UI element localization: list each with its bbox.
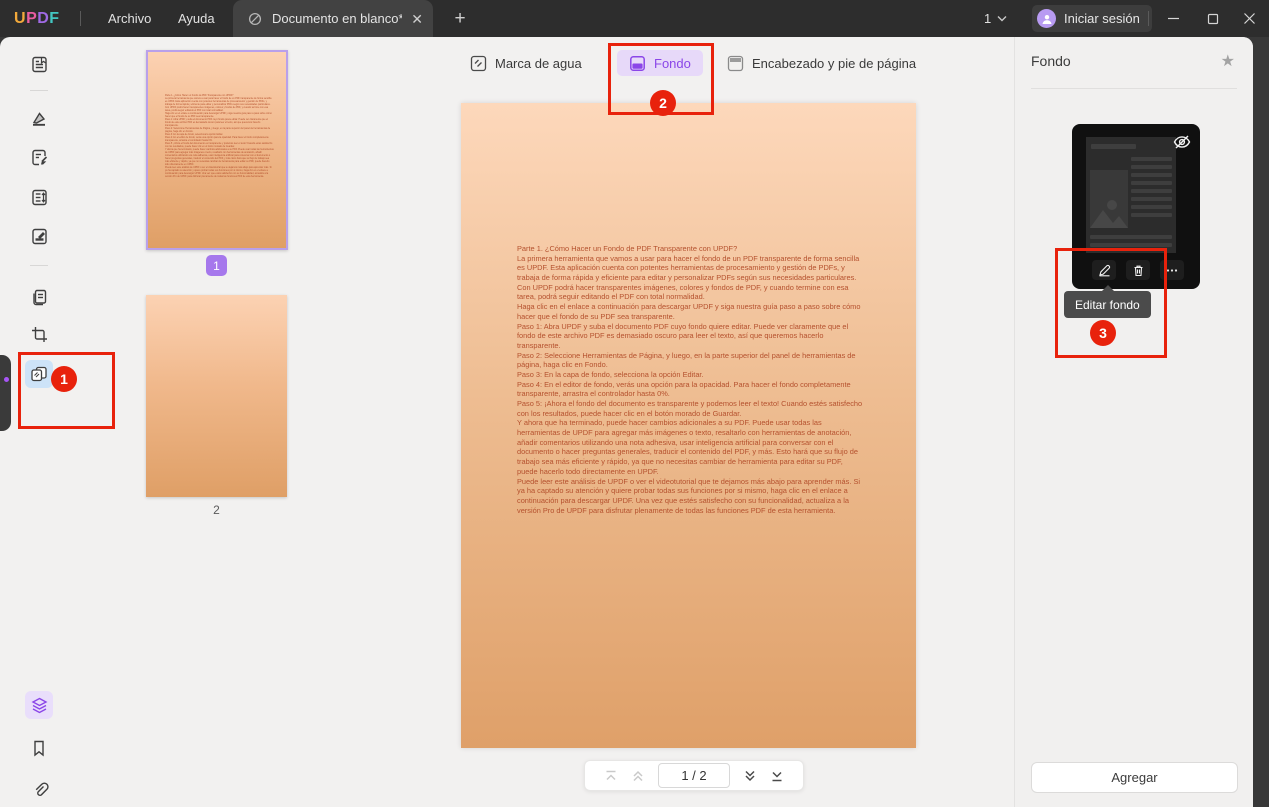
sidebar-item-annotate[interactable] [25, 105, 53, 133]
chevron-down-icon [997, 15, 1007, 22]
fill-sign-icon [30, 227, 49, 246]
preview-image-placeholder [1090, 170, 1128, 228]
notch-dot [4, 377, 9, 382]
paperclip-icon [30, 780, 49, 799]
close-tab-icon[interactable]: ✕ [411, 12, 423, 26]
thumbnail-page-2-number: 2 [146, 503, 287, 517]
sidebar-item-crop[interactable] [25, 320, 53, 348]
page-number-input[interactable] [658, 763, 730, 788]
login-label: Iniciar sesión [1064, 11, 1140, 26]
header-footer-button[interactable]: Encabezado y pie de página [727, 50, 916, 76]
watermark-label: Marca de agua [495, 56, 582, 71]
more-ellipsis-icon [1165, 264, 1179, 277]
user-avatar-icon [1037, 9, 1056, 28]
annotation-step-1: 1 [51, 366, 77, 392]
divider [30, 265, 48, 266]
minimize-icon[interactable] [1158, 0, 1188, 37]
annotate-marker-icon [29, 109, 49, 129]
layers-icon [30, 696, 49, 715]
menu-archivo[interactable]: Archivo [108, 0, 151, 37]
document-text: Parte 1. ¿Cómo Hacer un Fondo de PDF Tra… [517, 244, 863, 515]
thumbnail-page-1[interactable]: Parte 1. ¿Cómo Hacer un Fondo de PDF Tra… [146, 50, 288, 250]
tab-count-dropdown[interactable]: 1 [984, 0, 1007, 37]
sidebar-item-organize[interactable] [25, 183, 53, 211]
reader-icon [30, 55, 49, 74]
divider [1148, 11, 1149, 26]
crop-icon [30, 325, 49, 344]
login-button[interactable]: Iniciar sesión [1032, 5, 1152, 32]
window-close-icon[interactable] [1234, 0, 1264, 37]
document-page[interactable]: Parte 1. ¿Cómo Hacer un Fondo de PDF Tra… [461, 103, 916, 748]
sidebar-item-pages[interactable] [25, 283, 53, 311]
sidebar-item-layers[interactable] [25, 691, 53, 719]
blank-document-icon [247, 11, 263, 27]
updf-logo: UPDF [14, 0, 60, 37]
thumbnail-page-1-text: Parte 1. ¿Cómo Hacer un Fondo de PDF Tra… [165, 95, 274, 179]
workspace: Parte 1. ¿Cómo Hacer un Fondo de PDF Tra… [0, 37, 1253, 807]
edit-document-icon [30, 148, 49, 167]
panel-collapse-handle[interactable] [0, 355, 11, 431]
watermark-button[interactable]: Marca de agua [470, 50, 582, 76]
page-navigation-bar [584, 760, 804, 791]
tab-title: Documento en blanco* [272, 11, 402, 26]
sidebar-item-bookmark[interactable] [25, 734, 53, 762]
organize-pages-icon [30, 188, 49, 207]
annotation-step-3: 3 [1090, 320, 1116, 346]
thumbnail-page-2[interactable] [146, 295, 287, 497]
sidebar-item-edit[interactable] [25, 143, 53, 171]
background-panel: Fondo ★ [1014, 37, 1253, 807]
panel-title: Fondo [1031, 53, 1071, 69]
annotation-step-2: 2 [650, 90, 676, 116]
watermark-icon [470, 55, 487, 72]
prev-page-icon[interactable] [631, 769, 645, 783]
sidebar-item-reader[interactable] [25, 50, 53, 78]
next-page-icon[interactable] [743, 769, 757, 783]
menu-ayuda[interactable]: Ayuda [178, 0, 215, 37]
star-icon[interactable]: ★ [1221, 51, 1235, 71]
sidebar-item-attachment[interactable] [25, 775, 53, 803]
divider [80, 11, 81, 26]
maximize-icon[interactable] [1198, 0, 1228, 37]
divider [1031, 88, 1237, 89]
new-tab-button[interactable]: + [448, 7, 472, 31]
title-bar: UPDF Archivo Ayuda Documento en blanco* … [0, 0, 1269, 37]
document-tab[interactable]: Documento en blanco* ✕ [233, 0, 433, 37]
sidebar-item-fill-sign[interactable] [25, 222, 53, 250]
pages-copy-icon [30, 288, 49, 307]
tab-count-value: 1 [984, 11, 991, 26]
background-preview-thumbnail [1086, 137, 1176, 253]
eye-off-icon[interactable] [1168, 128, 1196, 156]
bookmark-icon [30, 739, 48, 757]
header-footer-icon [727, 55, 744, 72]
thumbnail-page-1-number: 1 [206, 255, 227, 276]
last-page-icon[interactable] [770, 769, 784, 783]
header-footer-label: Encabezado y pie de página [752, 56, 916, 71]
first-page-icon[interactable] [604, 769, 618, 783]
divider [30, 90, 48, 91]
add-background-button[interactable]: Agregar [1031, 762, 1238, 793]
